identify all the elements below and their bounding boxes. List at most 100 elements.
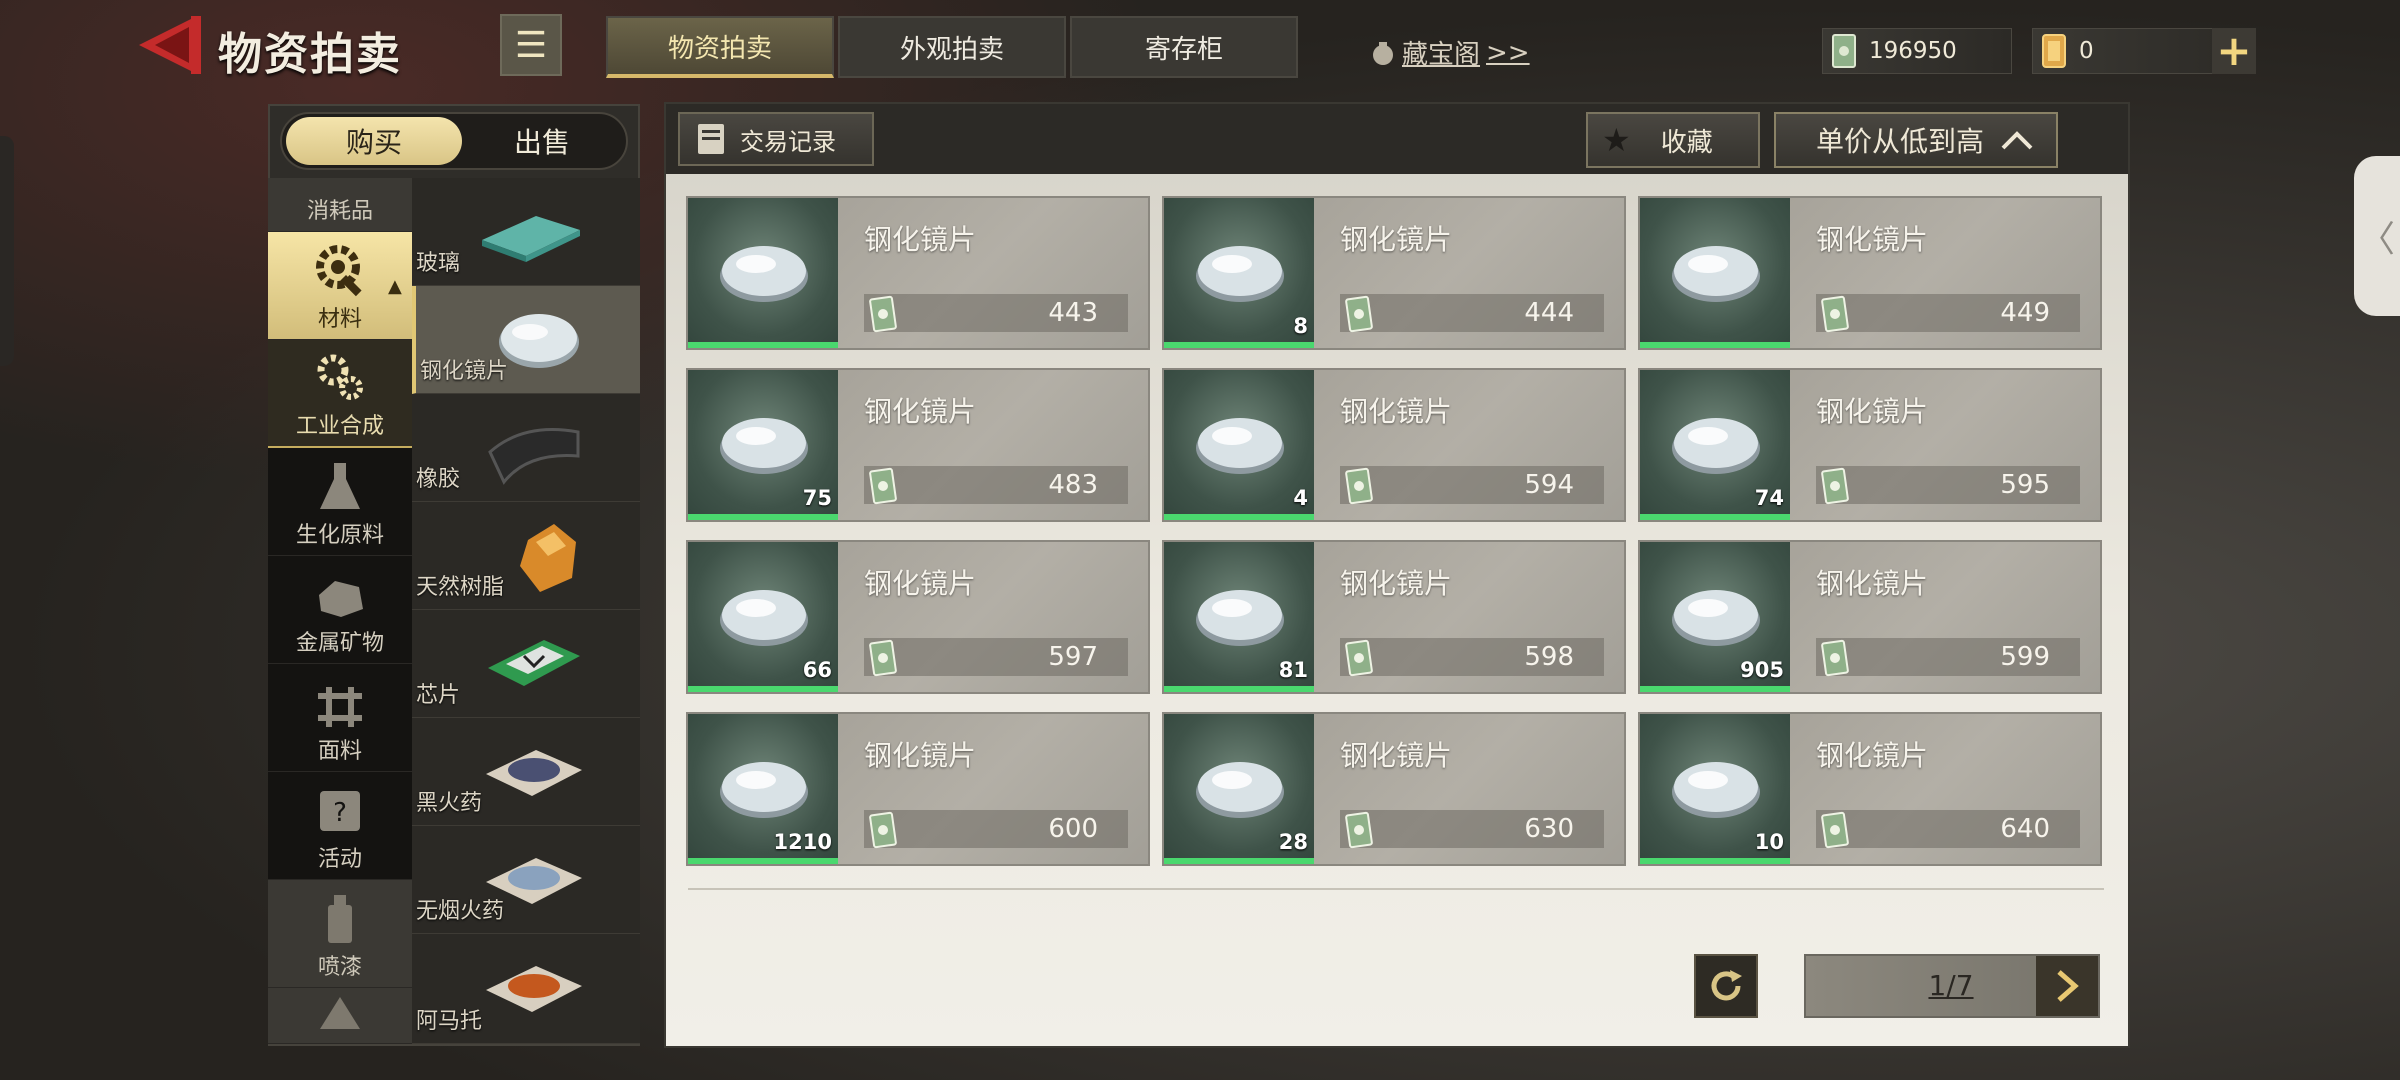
listing-card[interactable]: 10 钢化镜片 640 [1638,712,2102,866]
listing-card[interactable]: 钢化镜片 449 [1638,196,2102,350]
tempered-lens-icon [1196,418,1284,474]
refresh-button[interactable] [1694,954,1758,1018]
subcategory-amatol[interactable]: 阿马托 [412,934,640,1044]
item-quantity: 75 [802,486,832,510]
category-industrial-synthesis[interactable]: 工业合成 [268,340,412,448]
flask-icon [320,463,360,509]
subcategory-rubber[interactable]: 橡胶 [412,394,640,502]
subcategory-label: 无烟火药 [416,899,505,924]
page-indicator: 1/7 [1928,969,1974,1002]
chevron-left-icon: 〈 [2358,219,2395,260]
subcategory-label: 阿马托 [416,1009,483,1034]
category-consumables[interactable]: 消耗品 [268,178,412,232]
resin-icon [520,524,576,592]
menu-list-icon: ☰ [514,24,548,66]
rubber-icon [488,428,580,485]
favorite-button[interactable]: ★ 收藏 [1586,112,1760,168]
glass-pane-icon [482,216,580,262]
chevron-right-icon [2057,970,2079,1002]
subcategory-chip[interactable]: 芯片 [412,610,640,718]
fabric-icon [318,687,362,727]
category-events[interactable]: ? 活动 [268,772,412,880]
event-icon: ? [320,791,360,831]
listing-card[interactable]: 905 钢化镜片 599 [1638,540,2102,694]
amatol-icon [486,966,582,1012]
cash-icon [1821,811,1849,849]
tab-material-auction[interactable]: 物资拍卖 [606,16,834,78]
subcategory-black-powder[interactable]: 黑火药 [412,718,640,826]
next-page-button[interactable] [2036,956,2098,1016]
add-currency-button[interactable]: + [2212,28,2256,74]
listing-card[interactable]: 28 钢化镜片 630 [1162,712,1626,866]
menu-button[interactable]: ☰ [500,14,562,76]
sell-segment[interactable]: 出售 [462,117,622,165]
subcategory-glass[interactable]: 玻璃 [412,178,640,286]
item-name: 钢化镜片 [1816,395,1929,428]
tab-locker[interactable]: 寄存柜 [1070,16,1298,78]
gears-icon [317,354,363,400]
item-price: 599 [2000,642,2050,672]
item-price: 640 [2000,814,2050,844]
item-price: 595 [2000,470,2050,500]
category-label: 喷漆 [317,955,362,980]
item-name: 钢化镜片 [1340,567,1453,600]
item-price: 630 [1524,814,1574,844]
item-thumbnail: 4 [1164,370,1314,520]
item-price: 449 [2000,298,2050,328]
category-label: 工业合成 [295,414,384,439]
listing-card[interactable]: 1210 钢化镜片 600 [686,712,1150,866]
subcategory-tempered-lens[interactable]: 钢化镜片 [412,286,640,394]
cash-icon [1345,811,1373,849]
item-thumbnail [1640,198,1790,348]
refresh-icon [1711,970,1742,1001]
category-fabric[interactable]: 面料 [268,664,412,772]
listing-card[interactable]: 钢化镜片 443 [686,196,1150,350]
tempered-lens-icon [1196,246,1284,302]
price-bar: 594 [1340,466,1604,504]
tempered-lens-icon [1672,418,1760,474]
listing-card[interactable]: 66 钢化镜片 597 [686,540,1150,694]
subcategory-label: 芯片 [416,683,461,708]
list-divider [688,888,2104,890]
item-thumbnail: 28 [1164,714,1314,864]
tempered-lens-icon [1196,590,1284,646]
svg-text:?: ? [333,798,347,828]
listing-card[interactable]: 75 钢化镜片 483 [686,368,1150,522]
price-bar: 600 [864,810,1128,848]
cash-icon [1345,295,1373,333]
item-quantity: 66 [802,658,832,682]
price-bar: 630 [1340,810,1604,848]
tempered-lens-icon [720,762,808,818]
listing-card[interactable]: 74 钢化镜片 595 [1638,368,2102,522]
category-more[interactable] [268,988,412,1044]
subcategory-natural-resin[interactable]: 天然树脂 [412,502,640,610]
back-button[interactable] [135,14,205,76]
listing-card[interactable]: 81 钢化镜片 598 [1162,540,1626,694]
item-price: 594 [1524,470,1574,500]
trade-record-button[interactable]: 交易记录 [678,112,874,166]
treasure-link-arrows: >> [1486,37,1530,68]
category-spray-paint[interactable]: 喷漆 [268,880,412,988]
price-bar: 597 [864,638,1128,676]
side-drawer-handle[interactable]: 〈 [2354,156,2400,316]
item-quantity: 1210 [773,830,832,854]
back-arrow-icon [139,16,201,74]
category-metal-ores[interactable]: 金属矿物 [268,556,412,664]
buy-segment[interactable]: 购买 [286,117,462,165]
listing-card[interactable]: 8 钢化镜片 444 [1162,196,1626,350]
listing-card[interactable]: 4 钢化镜片 594 [1162,368,1626,522]
spray-can-icon [328,895,352,943]
sort-dropdown[interactable]: 单价从低到高 [1774,112,2058,168]
subcategory-label: 钢化镜片 [420,359,509,384]
tab-appearance-auction[interactable]: 外观拍卖 [838,16,1066,78]
tempered-lens-icon [1196,762,1284,818]
cash-icon [1345,639,1373,677]
cash-icon [1345,467,1373,505]
star-icon: ★ [1602,121,1631,159]
treasure-pavilion-link[interactable]: 藏宝阁 >> [1370,34,1530,71]
subcategory-smokeless-powder[interactable]: 无烟火药 [412,826,640,934]
category-biochemical[interactable]: 生化原料 [268,448,412,556]
item-name: 钢化镜片 [864,567,977,600]
item-name: 钢化镜片 [864,739,977,772]
ticket-icon [2042,34,2066,68]
